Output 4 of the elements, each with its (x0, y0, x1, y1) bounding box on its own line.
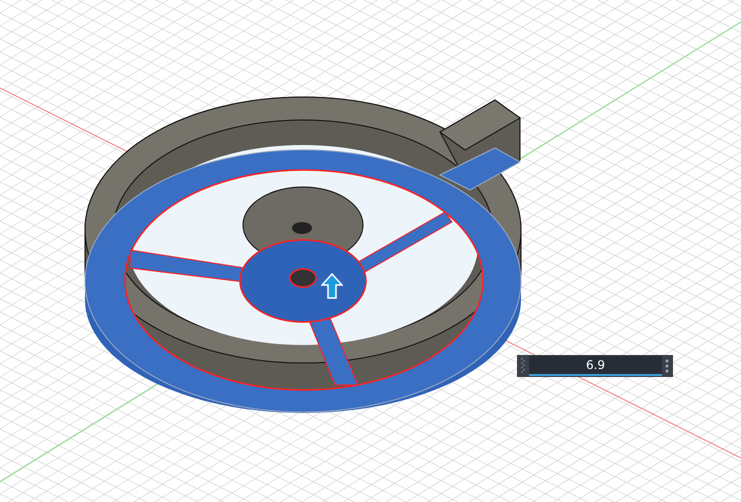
grip-icon[interactable] (521, 358, 526, 374)
dimension-input-field[interactable]: 6.9 (529, 356, 662, 376)
up-arrow-icon[interactable] (321, 273, 343, 299)
more-icon[interactable] (665, 359, 669, 373)
